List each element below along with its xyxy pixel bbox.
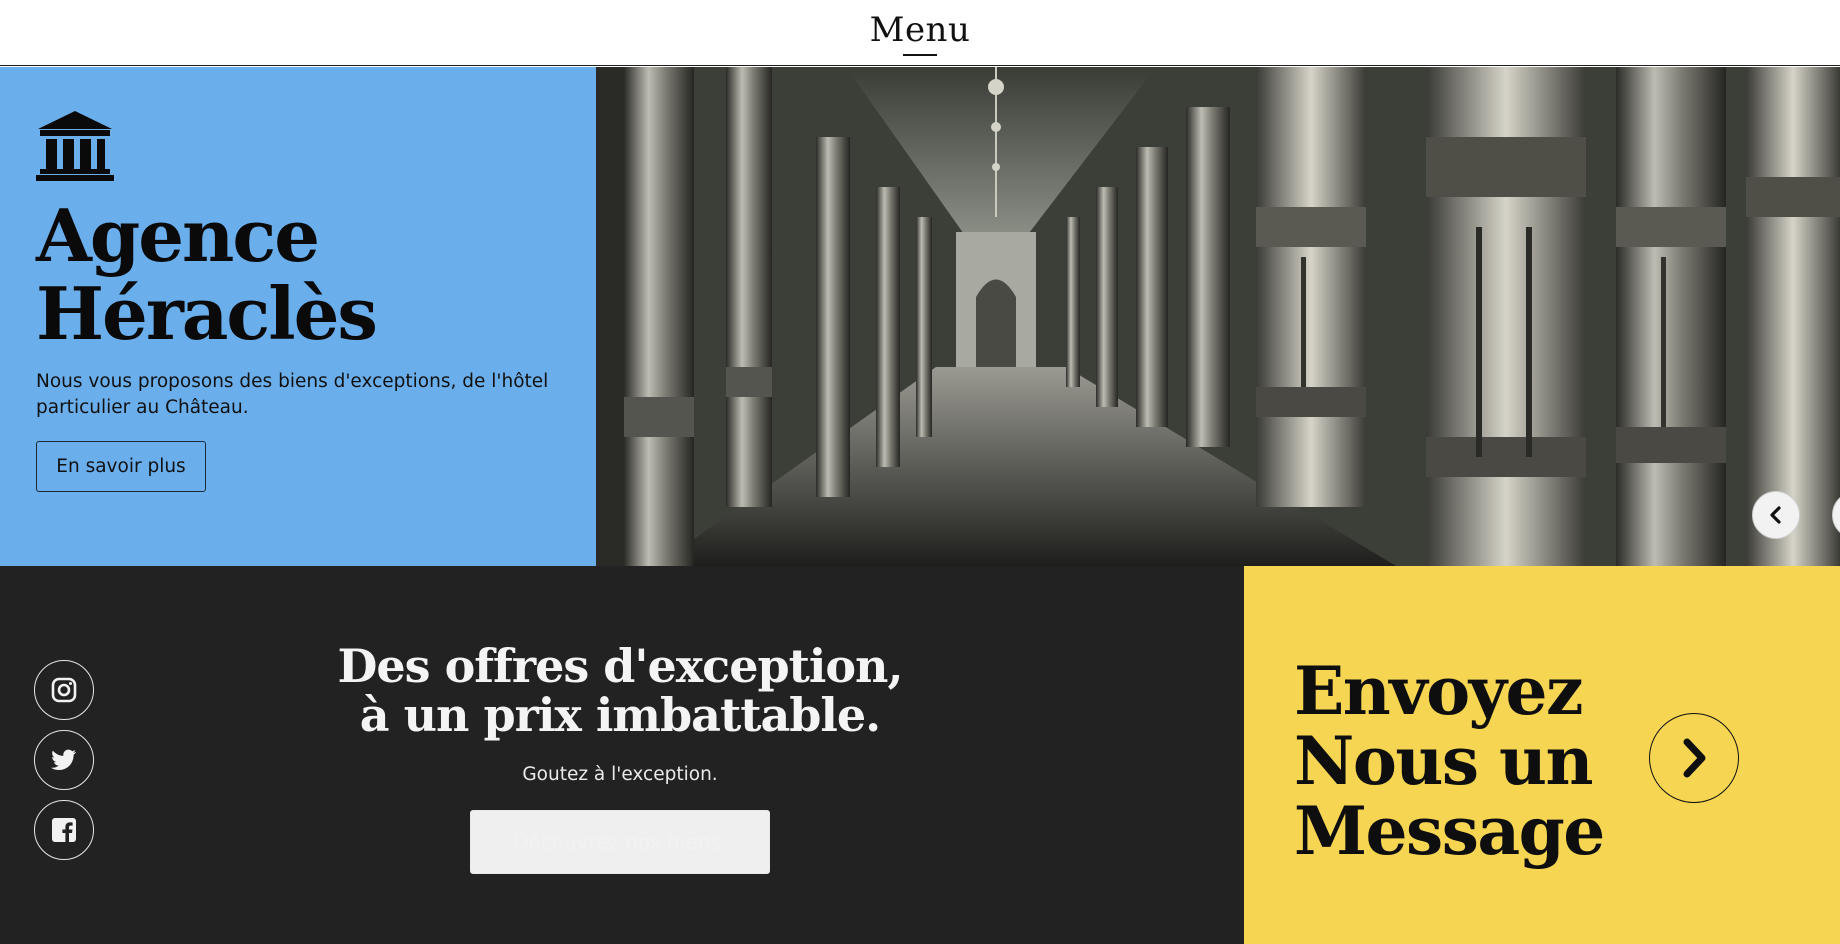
hero-title-line2: Héraclès — [36, 271, 378, 356]
twitter-icon — [51, 749, 77, 770]
bank-building-icon — [36, 111, 114, 181]
hero-title-line1: Agence — [36, 193, 320, 278]
chevron-left-icon — [1770, 506, 1781, 524]
hero-image — [596, 67, 1840, 566]
hero-title: Agence Héraclès — [36, 197, 576, 353]
palace-colonnade-photo — [596, 67, 1840, 566]
twitter-link[interactable] — [34, 730, 94, 790]
menu-button[interactable]: Menu — [870, 10, 971, 56]
offers-title-line1: Des offres d'exception, — [337, 639, 904, 693]
contact-title-line2: Nous un — [1294, 722, 1593, 800]
offers-title-line2: à un prix imbattable. — [359, 688, 881, 742]
contact-section: Envoyez Nous un Message — [1244, 566, 1840, 944]
learn-more-button[interactable]: En savoir plus — [36, 441, 206, 492]
facebook-icon — [52, 818, 76, 842]
offers-subtitle: Goutez à l'exception. — [522, 764, 718, 785]
carousel-prev-button[interactable] — [1752, 491, 1800, 539]
offers-section: Des offres d'exception, à un prix imbatt… — [0, 566, 1244, 944]
send-message-button[interactable] — [1649, 713, 1739, 803]
chevron-right-icon — [1683, 738, 1706, 778]
site-header: Menu — [0, 0, 1840, 66]
contact-title-line1: Envoyez — [1294, 652, 1583, 730]
contact-title: Envoyez Nous un Message — [1294, 656, 1614, 866]
instagram-icon — [51, 677, 77, 703]
discover-properties-button[interactable]: Découvrez nos biens. — [470, 810, 770, 874]
menu-label: Menu — [869, 10, 971, 50]
offers-title: Des offres d'exception, à un prix imbatt… — [280, 642, 960, 740]
contact-title-line3: Message — [1294, 792, 1605, 870]
hero-panel: Agence Héraclès Nous vous proposons des … — [0, 67, 596, 566]
hero-description: Nous vous proposons des biens d'exceptio… — [36, 371, 549, 418]
instagram-link[interactable] — [34, 660, 94, 720]
facebook-link[interactable] — [34, 800, 94, 860]
menu-underline — [902, 54, 937, 56]
